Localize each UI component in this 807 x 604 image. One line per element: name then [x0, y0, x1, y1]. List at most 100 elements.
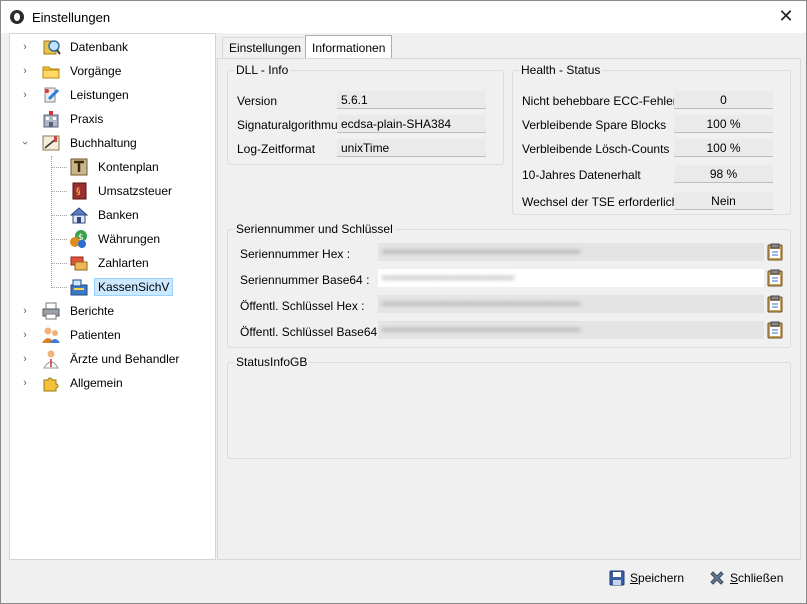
- tree-item-vorgaenge[interactable]: › Vorgänge: [10, 60, 215, 82]
- log-time-format-value: unixTime: [337, 139, 486, 157]
- ecc-errors-value: 0: [674, 91, 773, 109]
- tree-item-zahlarten[interactable]: Zahlarten: [10, 252, 215, 274]
- tab-einstellungen[interactable]: Einstellungen: [222, 37, 309, 59]
- tree-item-label: Kontenplan: [98, 160, 159, 174]
- settings-tree[interactable]: › Datenbank › Vorgänge › Leistungen Prax…: [9, 33, 216, 560]
- serial-keys-group: Seriennummer und Schlüssel Seriennummer …: [227, 222, 791, 348]
- account-plan-icon: [69, 157, 89, 177]
- health-status-group: Health - Status Nicht behebbare ECC-Fehl…: [512, 63, 791, 215]
- database-search-icon: [41, 37, 61, 57]
- close-button[interactable]: Schließen: [709, 567, 783, 589]
- save-button[interactable]: Speichern: [609, 567, 684, 589]
- save-label: Speichern: [630, 571, 685, 585]
- tree-item-leistungen[interactable]: › Leistungen: [10, 84, 215, 106]
- svg-text:§: §: [76, 187, 81, 197]
- chevron-right-icon[interactable]: ›: [20, 377, 30, 389]
- tree-item-kassensichv[interactable]: KassenSichV: [10, 276, 215, 298]
- chevron-right-icon[interactable]: ›: [20, 353, 30, 365]
- title-bar: Einstellungen ✕: [1, 1, 806, 33]
- chevron-right-icon[interactable]: ›: [20, 41, 30, 53]
- copy-pubkey-base64-button[interactable]: [767, 321, 783, 339]
- tree-item-label: Ärzte und Behandler: [70, 352, 180, 366]
- bank-house-icon: [69, 205, 89, 225]
- folder-icon: [41, 61, 61, 81]
- printer-icon: [41, 301, 61, 321]
- tree-item-waehrungen[interactable]: $ Währungen: [10, 228, 215, 250]
- tree-item-buchhaltung[interactable]: › Buchhaltung: [10, 132, 215, 154]
- tax-book-icon: §: [69, 181, 89, 201]
- dll-info-group: DLL - Info Version 5.6.1 Signaturalgorit…: [227, 63, 504, 165]
- window-title: Einstellungen: [32, 10, 111, 25]
- tree-item-label: Währungen: [98, 232, 161, 246]
- currency-icon: $: [69, 229, 89, 249]
- health-status-title: Health - Status: [519, 63, 603, 77]
- pubkey-base64-field[interactable]: ••••••••••••••••••••••••••••••••••••••••…: [378, 321, 764, 339]
- spare-blocks-value: 100 %: [674, 115, 773, 133]
- ecc-errors-label: Nicht behebbare ECC-Fehler: [522, 94, 677, 108]
- erase-counts-label: Verbleibende Lösch-Counts: [522, 142, 670, 156]
- tree-item-label: Allgemein: [70, 376, 123, 390]
- status-info-title: StatusInfoGB: [234, 355, 310, 369]
- clipboard-icon: [767, 321, 783, 339]
- status-info-group: StatusInfoGB: [227, 355, 791, 459]
- log-time-format-label: Log-Zeitformat: [237, 142, 316, 156]
- tree-item-allgemein[interactable]: › Allgemein: [10, 372, 215, 394]
- tree-item-label: Leistungen: [70, 88, 129, 102]
- pubkey-hex-field[interactable]: ••••••••••••••••••••••••••••••••••••••••…: [378, 295, 764, 313]
- tree-item-label: KassenSichV: [94, 278, 174, 296]
- chevron-right-icon[interactable]: ›: [20, 305, 30, 317]
- building-icon: [41, 109, 61, 129]
- floppy-disk-icon: [609, 570, 625, 586]
- data-retention-value: 98 %: [674, 165, 773, 183]
- close-x-icon: [710, 571, 724, 585]
- pubkey-base64-label: Öffentl. Schlüssel Base64 :: [240, 325, 384, 339]
- spare-blocks-label: Verbleibende Spare Blocks: [522, 118, 667, 132]
- tree-item-patienten[interactable]: › Patienten: [10, 324, 215, 346]
- version-value: 5.6.1: [337, 91, 486, 109]
- patients-icon: [41, 325, 61, 345]
- tab-informationen[interactable]: Informationen: [305, 35, 393, 58]
- clipboard-icon: [767, 269, 783, 287]
- payment-methods-icon: [69, 253, 89, 273]
- settings-content: Einstellungen Informationen DLL - Info V…: [217, 33, 801, 560]
- tree-item-label: Umsatzsteuer: [98, 184, 173, 198]
- erase-counts-value: 100 %: [674, 139, 773, 157]
- tree-item-praxis[interactable]: Praxis: [10, 108, 215, 130]
- tree-item-label: Praxis: [70, 112, 104, 126]
- chevron-right-icon[interactable]: ›: [20, 329, 30, 341]
- settings-window: Einstellungen ✕ › Datenbank › Vorgänge ›…: [0, 0, 807, 604]
- serial-keys-title: Seriennummer und Schlüssel: [234, 222, 395, 236]
- puzzle-icon: [41, 373, 61, 393]
- clipboard-icon: [767, 243, 783, 261]
- chevron-down-icon[interactable]: ›: [19, 138, 31, 148]
- accounting-icon: [41, 133, 61, 153]
- serial-hex-label: Seriennummer Hex :: [240, 247, 351, 261]
- copy-pubkey-hex-button[interactable]: [767, 295, 783, 313]
- dll-info-title: DLL - Info: [234, 63, 291, 77]
- tree-item-banken[interactable]: Banken: [10, 204, 215, 226]
- tree-item-aerzte[interactable]: › Ärzte und Behandler: [10, 348, 215, 370]
- tse-change-label: Wechsel der TSE erforderlich: [522, 195, 679, 209]
- close-label: Schließen: [730, 571, 784, 585]
- chevron-right-icon[interactable]: ›: [20, 65, 30, 77]
- informationen-panel: DLL - Info Version 5.6.1 Signaturalgorit…: [217, 58, 801, 560]
- tree-item-label: Buchhaltung: [70, 136, 137, 150]
- tree-item-berichte[interactable]: › Berichte: [10, 300, 215, 322]
- close-window-button[interactable]: ✕: [772, 5, 800, 29]
- version-label: Version: [237, 94, 278, 108]
- clipboard-icon: [767, 295, 783, 313]
- serial-base64-field[interactable]: ••••••••••••••••••••••••••••••••••••••••…: [378, 269, 764, 287]
- tree-item-kontenplan[interactable]: Kontenplan: [10, 156, 215, 178]
- chevron-right-icon[interactable]: ›: [20, 89, 30, 101]
- data-retention-label: 10-Jahres Datenerhalt: [522, 168, 641, 182]
- serial-hex-field[interactable]: ••••••••••••••••••••••••••••••••••••••••…: [378, 243, 764, 261]
- doctor-icon: [41, 349, 61, 369]
- serial-base64-label: Seriennummer Base64 :: [240, 273, 370, 287]
- tree-item-label: Vorgänge: [70, 64, 122, 78]
- cash-register-icon: [69, 277, 89, 297]
- tree-item-umsatzsteuer[interactable]: § Umsatzsteuer: [10, 180, 215, 202]
- copy-serial-hex-button[interactable]: [767, 243, 783, 261]
- copy-serial-base64-button[interactable]: [767, 269, 783, 287]
- tree-item-label: Patienten: [70, 328, 121, 342]
- tree-item-datenbank[interactable]: › Datenbank: [10, 36, 215, 58]
